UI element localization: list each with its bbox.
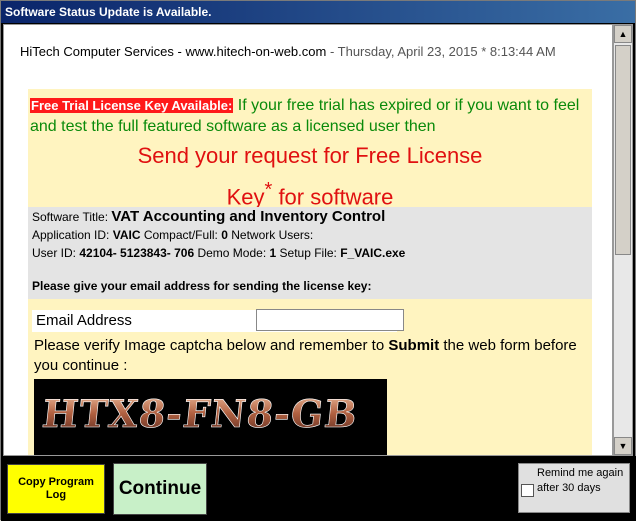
checkbox-icon[interactable] — [521, 484, 534, 497]
request-line-1: Send your request for Free License — [137, 143, 483, 168]
email-prompt: Please give your email address for sendi… — [32, 277, 371, 295]
arrow-down-icon[interactable]: ▼ — [614, 437, 632, 455]
remind-later-option[interactable]: Remind me again after 30 days — [518, 463, 630, 513]
user-id-row: User ID: 42104- 5123843- 706 Demo Mode: … — [32, 244, 405, 262]
verify-submit-word: Submit — [388, 337, 440, 354]
captcha-instructions: Please verify Image captcha below and re… — [34, 336, 584, 376]
compact-value: 0 — [221, 228, 228, 242]
compact-label: Compact/Full: — [140, 228, 222, 242]
request-key-word: Key — [226, 184, 265, 210]
software-title-value: VAT Accounting and Inventory Control — [111, 208, 386, 225]
header-line: HiTech Computer Services - www.hitech-on… — [20, 43, 600, 61]
web-content: HiTech Computer Services - www.hitech-on… — [3, 24, 613, 456]
captcha-svg: HTX8-FN8-GB — [40, 391, 361, 436]
continue-button[interactable]: Continue — [113, 463, 207, 515]
captcha-text: HTX8-FN8-GB — [40, 391, 360, 436]
date-time: - Thursday, April 23, 2015 * 8:13:44 AM — [326, 44, 556, 59]
copy-program-log-button[interactable]: Copy Program Log — [7, 464, 105, 514]
setup-value: F_VAIC.exe — [340, 246, 406, 260]
company-name: HiTech Computer Services - www.hitech-on… — [20, 44, 327, 59]
app-id-row: Application ID: VAIC Compact/Full: 0 Net… — [32, 226, 313, 244]
app-window: Software Status Update is Available. HiT… — [0, 0, 636, 521]
email-label: Email Address — [36, 312, 132, 329]
trial-notice: Free Trial License Key Available: If you… — [30, 95, 590, 137]
captcha-image: HTX8-FN8-GB — [34, 379, 387, 455]
demo-label: Demo Mode: — [194, 246, 270, 260]
remind-label: Remind me again after 30 days — [537, 467, 624, 494]
software-title-label: Software Title: — [32, 210, 112, 224]
user-id-value: 42104- 5123843- 706 — [79, 246, 195, 260]
setup-label: Setup File: — [276, 246, 341, 260]
user-id-label: User ID: — [32, 246, 80, 260]
scroll-thumb[interactable] — [615, 45, 631, 255]
window-title: Software Status Update is Available. — [1, 1, 635, 23]
email-input[interactable] — [256, 309, 404, 331]
request-suffix: for software — [272, 184, 394, 210]
trial-badge: Free Trial License Key Available: — [30, 98, 234, 113]
arrow-up-icon[interactable]: ▲ — [614, 25, 632, 43]
request-heading: Send your request for Free License Key* … — [28, 139, 592, 214]
email-prompt-text: Please give your email address for sendi… — [32, 279, 372, 293]
software-title-row: Software Title: VAT Accounting and Inven… — [32, 208, 385, 226]
network-label: Network Users: — [227, 228, 314, 242]
app-id-value: VAIC — [112, 228, 141, 242]
software-info: Software Title: VAT Accounting and Inven… — [28, 207, 592, 299]
app-id-label: Application ID: — [32, 228, 113, 242]
verify-text-a: Please verify Image captcha below and re… — [34, 337, 389, 354]
vertical-scrollbar[interactable]: ▲ ▼ — [613, 24, 633, 456]
license-panel: Free Trial License Key Available: If you… — [28, 89, 592, 455]
